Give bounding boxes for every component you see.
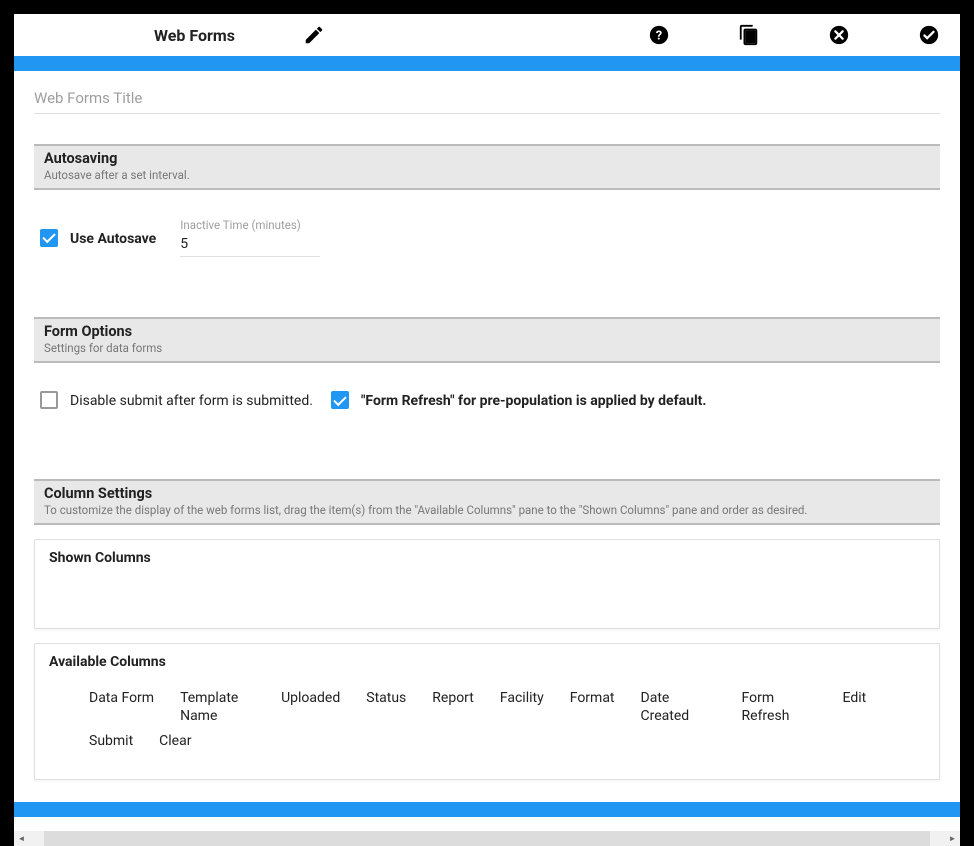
available-column-item[interactable]: Facility xyxy=(500,690,544,725)
column-settings-title: Column Settings xyxy=(44,485,930,502)
available-column-item[interactable]: Format xyxy=(570,690,615,725)
form-refresh-checkbox[interactable] xyxy=(331,391,349,409)
disable-submit-checkbox[interactable] xyxy=(40,391,58,409)
shown-columns-pane[interactable]: Shown Columns xyxy=(34,539,940,629)
topbar: Web Forms ? xyxy=(14,14,960,56)
horizontal-scrollbar[interactable]: ◄ ► xyxy=(14,831,960,846)
available-column-item[interactable]: Date Created xyxy=(641,690,716,725)
available-column-item[interactable]: Clear xyxy=(159,733,191,751)
scroll-right-arrow[interactable]: ► xyxy=(945,831,960,846)
inactive-time-input[interactable] xyxy=(180,234,320,257)
inactive-time-label: Inactive Time (minutes) xyxy=(180,218,320,232)
autosaving-title: Autosaving xyxy=(44,150,930,167)
scroll-track[interactable] xyxy=(44,831,930,846)
available-columns-title: Available Columns xyxy=(49,654,925,670)
available-column-item[interactable]: Edit xyxy=(843,690,867,725)
available-column-item[interactable]: Report xyxy=(432,690,474,725)
form-options-title: Form Options xyxy=(44,323,930,340)
available-column-item[interactable]: Status xyxy=(366,690,406,725)
svg-text:?: ? xyxy=(656,29,662,44)
use-autosave-checkbox[interactable] xyxy=(40,229,58,247)
available-column-item[interactable]: Form Refresh xyxy=(742,690,817,725)
cancel-icon[interactable] xyxy=(828,24,850,46)
copy-icon[interactable] xyxy=(738,24,760,46)
help-icon[interactable]: ? xyxy=(648,24,670,46)
autosaving-header: Autosaving Autosave after a set interval… xyxy=(34,144,940,190)
form-options-header: Form Options Settings for data forms xyxy=(34,317,940,363)
available-column-item[interactable]: Template Name xyxy=(180,690,255,725)
app-window: Web Forms ? xyxy=(14,14,960,832)
page-title: Web Forms xyxy=(154,26,235,45)
top-accent-strip xyxy=(14,56,960,71)
form-refresh-label: "Form Refresh" for pre-population is app… xyxy=(361,393,707,409)
available-columns-pane[interactable]: Available Columns Data Form Template Name… xyxy=(34,643,940,780)
shown-columns-title: Shown Columns xyxy=(49,550,925,566)
use-autosave-label: Use Autosave xyxy=(70,231,156,247)
column-settings-header: Column Settings To customize the display… xyxy=(34,479,940,525)
confirm-icon[interactable] xyxy=(918,24,940,46)
edit-icon[interactable] xyxy=(303,24,325,46)
available-column-item[interactable]: Data Form xyxy=(89,690,154,725)
scroll-left-arrow[interactable]: ◄ xyxy=(14,831,29,846)
bottom-accent-strip xyxy=(14,802,960,817)
available-column-item[interactable]: Submit xyxy=(89,733,133,751)
available-column-item[interactable]: Uploaded xyxy=(281,690,340,725)
form-options-subtitle: Settings for data forms xyxy=(44,341,930,355)
autosaving-subtitle: Autosave after a set interval. xyxy=(44,168,930,182)
column-settings-subtitle: To customize the display of the web form… xyxy=(44,503,930,517)
web-forms-title-input[interactable] xyxy=(34,81,940,114)
disable-submit-label: Disable submit after form is submitted. xyxy=(70,393,313,409)
content-scroll[interactable]: Autosaving Autosave after a set interval… xyxy=(14,71,960,817)
